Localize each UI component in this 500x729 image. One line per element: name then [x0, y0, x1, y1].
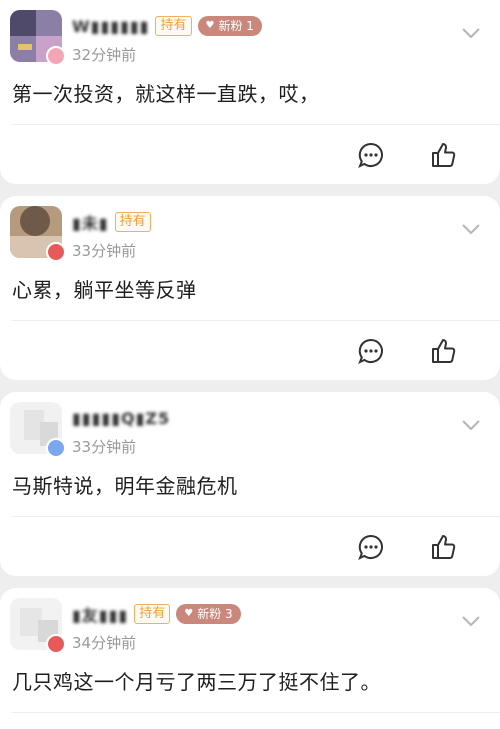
thumbs-up-icon[interactable]	[430, 534, 456, 560]
user-name-row: ▮未▮ 持有	[72, 210, 151, 234]
chevron-down-icon[interactable]	[462, 420, 480, 430]
avatar-badge	[46, 242, 66, 262]
user-name-row: ▮▮▮▮▮Q▮Z5	[72, 406, 170, 430]
fan-badge: ♥ 新粉 3	[176, 604, 241, 624]
heart-icon: ♥	[205, 20, 215, 31]
heart-icon: ♥	[184, 608, 194, 619]
holding-badge: 持有	[114, 212, 151, 232]
comment-icon[interactable]	[358, 534, 384, 560]
comment-card: ▮友▮▮▮ 持有 ♥ 新粉 3 34分钟前 几只鸡这一个月亏了两三万了挺不住了。	[0, 588, 500, 729]
chevron-down-icon[interactable]	[462, 224, 480, 234]
divider	[12, 712, 500, 713]
user-name[interactable]: ▮▮▮▮▮Q▮Z5	[72, 409, 170, 428]
avatar-badge	[46, 438, 66, 458]
comment-text: 心累，躺平坐等反弹	[12, 278, 197, 302]
user-name-row: W▮▮▮▮▮▮ 持有 ♥ 新粉 1	[72, 14, 262, 38]
comment-feed: W▮▮▮▮▮▮ 持有 ♥ 新粉 1 32分钟前 第一次投资，就这样一直跌，哎， ▮…	[0, 0, 500, 729]
comment-actions	[358, 142, 456, 168]
fan-badge: ♥ 新粉 1	[197, 16, 262, 36]
comment-time: 33分钟前	[72, 242, 137, 260]
comment-time: 34分钟前	[72, 634, 137, 652]
comment-time: 32分钟前	[72, 46, 137, 64]
chevron-down-icon[interactable]	[462, 28, 480, 38]
fan-badge-label: 新粉 1	[218, 19, 254, 33]
chevron-down-icon[interactable]	[462, 616, 480, 626]
thumbs-up-icon[interactable]	[430, 338, 456, 364]
holding-badge: 持有	[155, 16, 192, 36]
comment-card: ▮▮▮▮▮Q▮Z5 33分钟前 马斯特说，明年金融危机	[0, 392, 500, 576]
comment-text: 几只鸡这一个月亏了两三万了挺不住了。	[12, 670, 381, 694]
user-name[interactable]: ▮未▮	[72, 210, 109, 234]
user-name[interactable]: ▮友▮▮▮	[72, 602, 128, 626]
user-name[interactable]: W▮▮▮▮▮▮	[72, 17, 149, 36]
divider	[12, 516, 500, 517]
holding-badge: 持有	[134, 604, 171, 624]
comment-actions	[358, 534, 456, 560]
comment-icon[interactable]	[358, 142, 384, 168]
comment-text: 马斯特说，明年金融危机	[12, 474, 238, 498]
comment-time: 33分钟前	[72, 438, 137, 456]
user-name-row: ▮友▮▮▮ 持有 ♥ 新粉 3	[72, 602, 241, 626]
avatar-badge	[46, 46, 66, 66]
divider	[12, 320, 500, 321]
fan-badge-label: 新粉 3	[197, 607, 233, 621]
comment-card: ▮未▮ 持有 33分钟前 心累，躺平坐等反弹	[0, 196, 500, 380]
comment-actions	[358, 338, 456, 364]
thumbs-up-icon[interactable]	[430, 142, 456, 168]
avatar-badge	[46, 634, 66, 654]
comment-card: W▮▮▮▮▮▮ 持有 ♥ 新粉 1 32分钟前 第一次投资，就这样一直跌，哎，	[0, 0, 500, 184]
comment-icon[interactable]	[358, 338, 384, 364]
divider	[12, 124, 500, 125]
comment-text: 第一次投资，就这样一直跌，哎，	[12, 82, 320, 106]
